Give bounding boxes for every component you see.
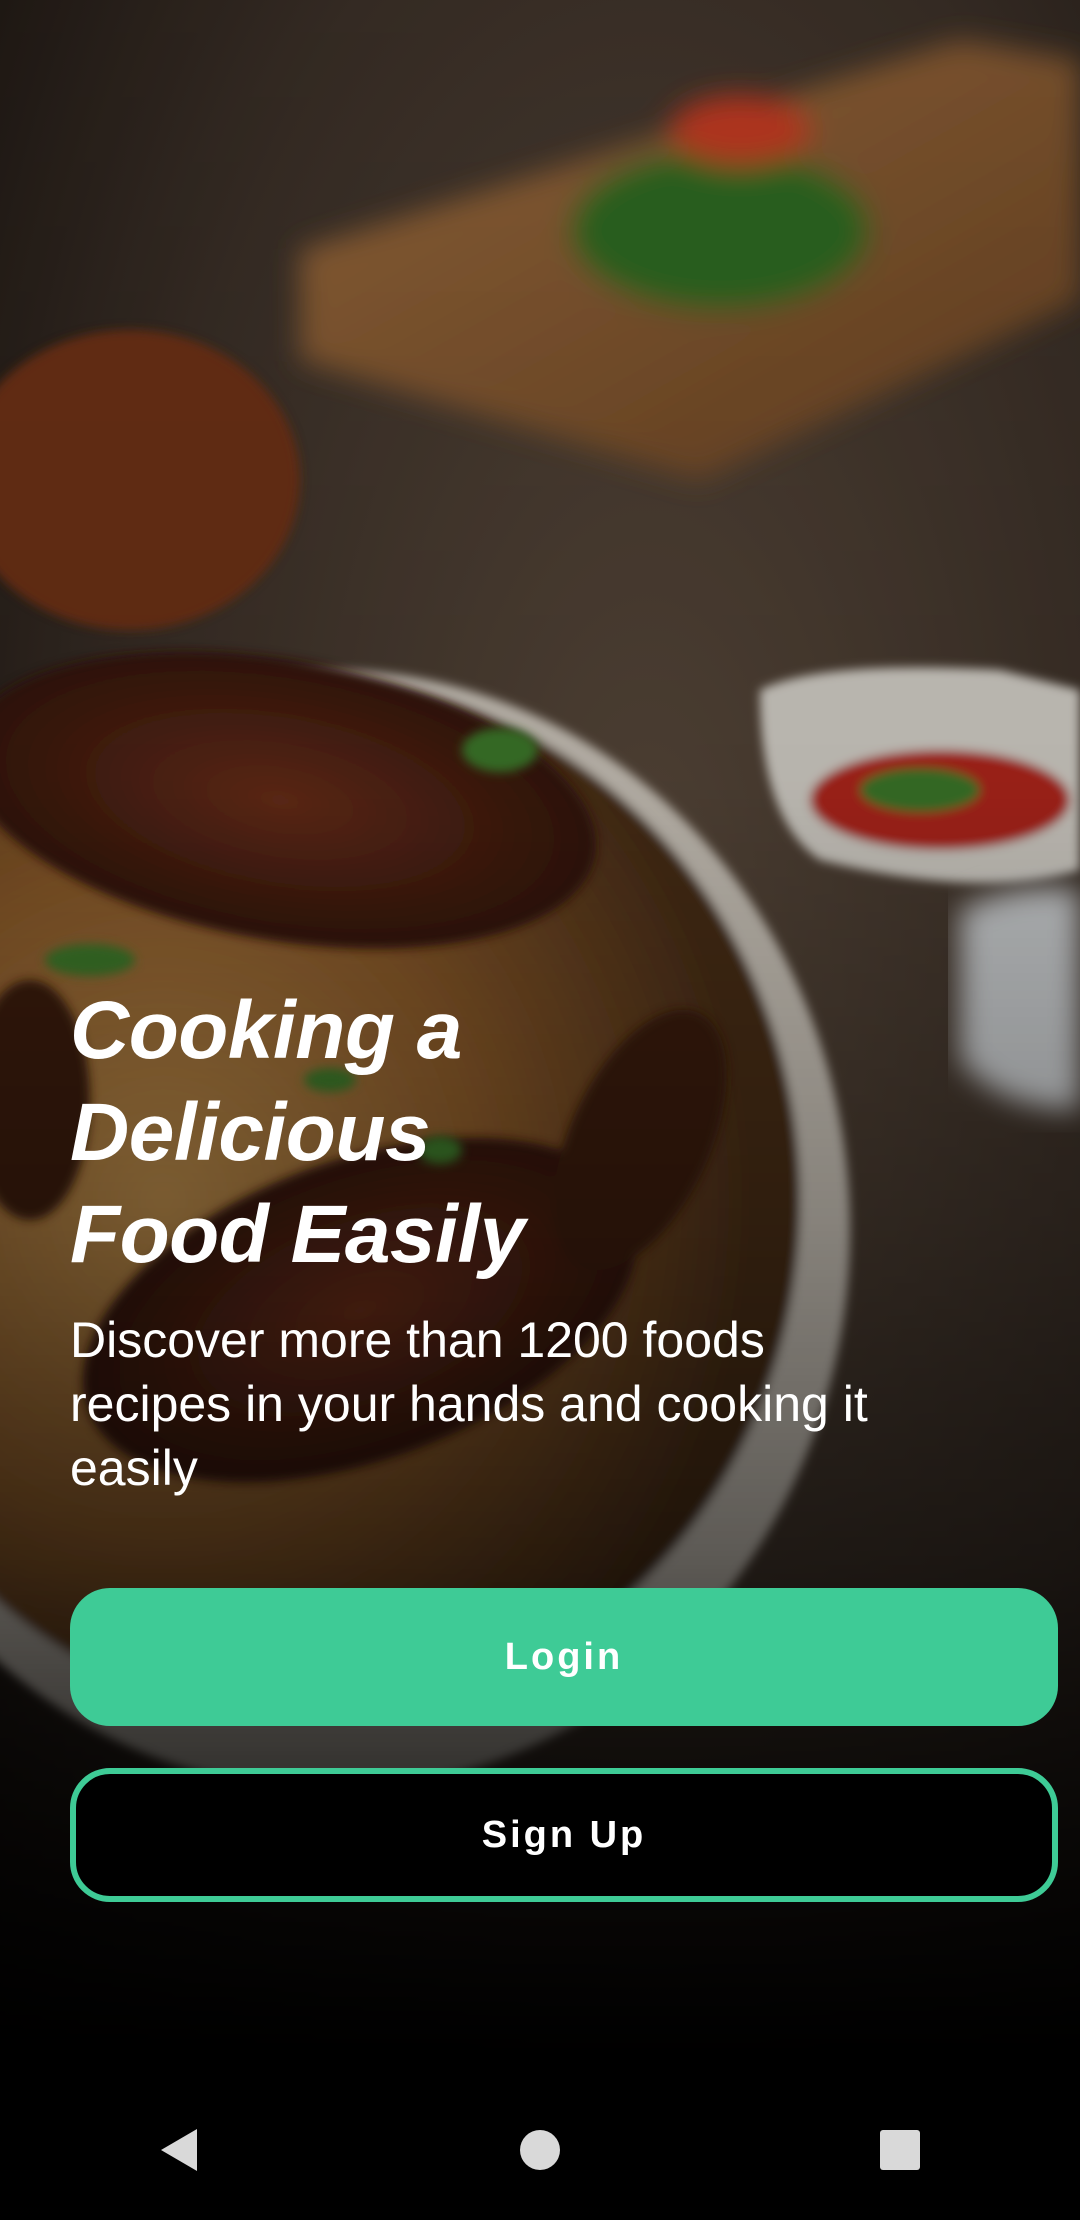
- back-triangle-icon[interactable]: [120, 2090, 240, 2210]
- headline: Cooking a Delicious Food Easily: [70, 985, 525, 1280]
- hero-section: Cooking a Delicious Food Easily Discover…: [70, 980, 1058, 1500]
- login-button-label: Login: [504, 1635, 624, 1678]
- login-button[interactable]: Login: [70, 1588, 1058, 1726]
- description: Discover more than 1200 foods recipes in…: [70, 1312, 868, 1496]
- home-circle-icon[interactable]: [480, 2090, 600, 2210]
- signup-button-label: Sign Up: [481, 1813, 647, 1856]
- system-navigation-bar: [0, 2080, 1080, 2220]
- signup-button[interactable]: Sign Up: [70, 1768, 1058, 1902]
- welcome-screen: Cooking a Delicious Food Easily Discover…: [0, 0, 1080, 2220]
- recents-square-icon[interactable]: [840, 2090, 960, 2210]
